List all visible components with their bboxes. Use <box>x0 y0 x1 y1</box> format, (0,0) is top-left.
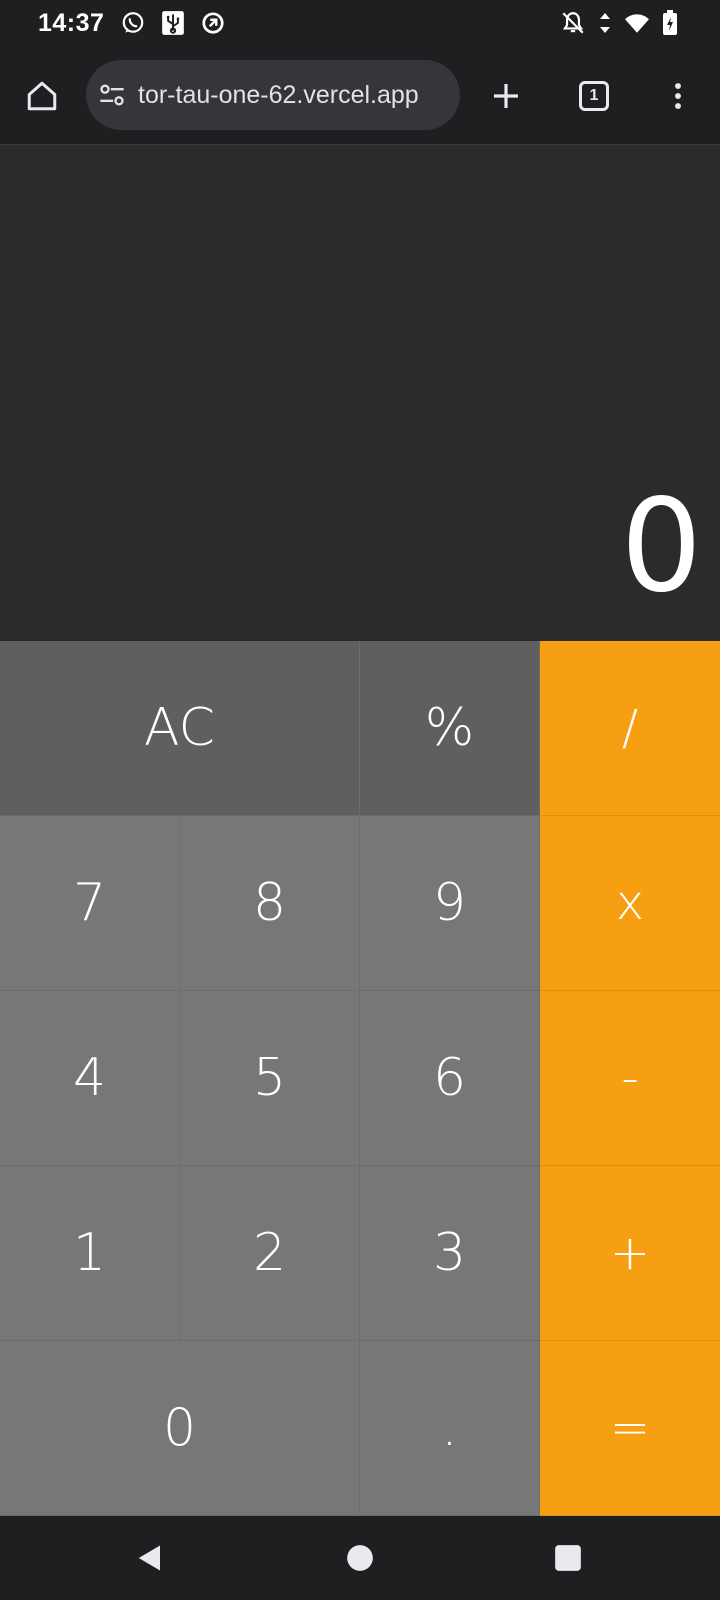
decimal-button[interactable]: . <box>360 1341 540 1516</box>
recents-icon <box>555 1545 581 1571</box>
data-saver-icon <box>202 12 224 34</box>
more-vert-icon <box>675 83 681 109</box>
tabs-icon: 1 <box>579 81 609 111</box>
url-value: tor-tau-one-62.vercel.app <box>138 81 419 109</box>
battery-charging-icon <box>663 10 677 35</box>
calculator-display: 0 <box>0 144 720 641</box>
equals-button[interactable]: = <box>540 1341 720 1516</box>
status-right-icons <box>560 10 678 36</box>
keypad: AC % / 7 8 9 x 4 5 6 - 1 2 3 + 0 . = <box>0 641 720 1516</box>
digit-0-button[interactable]: 0 <box>0 1341 360 1516</box>
whatsapp-icon <box>122 12 144 33</box>
digit-7-button[interactable]: 7 <box>0 816 180 991</box>
tab-count: 1 <box>589 87 599 104</box>
plus-icon <box>494 84 518 108</box>
percent-button[interactable]: % <box>360 641 540 816</box>
digit-3-button[interactable]: 3 <box>360 1166 540 1341</box>
digit-9-button[interactable]: 9 <box>360 816 540 991</box>
digit-8-button[interactable]: 8 <box>180 816 360 991</box>
status-bar: 14:37 <box>0 0 720 48</box>
nav-home-icon <box>347 1545 373 1571</box>
digit-5-button[interactable]: 5 <box>180 991 360 1166</box>
notifications-off-icon <box>562 12 584 34</box>
url-text: tor-tau-one-62.vercel.app <box>138 60 454 130</box>
wifi-icon <box>625 14 649 33</box>
back-button[interactable] <box>130 1538 170 1578</box>
home-button[interactable] <box>18 72 66 120</box>
screen: 14:37 tor-tau-one-62.vercel.app 1 0 AC %… <box>0 0 720 1600</box>
data-transfer-icon <box>600 13 610 33</box>
back-icon <box>138 1545 160 1571</box>
subtract-button[interactable]: - <box>540 991 720 1166</box>
browser-toolbar: tor-tau-one-62.vercel.app 1 <box>0 48 720 144</box>
new-tab-button[interactable] <box>482 72 530 120</box>
system-nav-bar <box>0 1516 720 1600</box>
menu-button[interactable] <box>654 72 702 120</box>
nav-home-button[interactable] <box>340 1538 380 1578</box>
digit-2-button[interactable]: 2 <box>180 1166 360 1341</box>
digit-4-button[interactable]: 4 <box>0 991 180 1166</box>
display-value: 0 <box>620 472 702 621</box>
url-bar[interactable]: tor-tau-one-62.vercel.app <box>86 60 460 130</box>
home-icon <box>27 81 57 111</box>
digit-6-button[interactable]: 6 <box>360 991 540 1166</box>
status-left-icons <box>120 10 226 36</box>
usb-icon <box>162 11 184 35</box>
status-time: 14:37 <box>38 9 105 37</box>
all-clear-button[interactable]: AC <box>0 641 360 816</box>
add-button[interactable]: + <box>540 1166 720 1341</box>
multiply-button[interactable]: x <box>540 816 720 991</box>
tabs-button[interactable]: 1 <box>570 72 618 120</box>
recents-button[interactable] <box>548 1538 588 1578</box>
divide-button[interactable]: / <box>540 641 720 816</box>
site-settings-icon[interactable] <box>98 81 126 109</box>
digit-1-button[interactable]: 1 <box>0 1166 180 1341</box>
